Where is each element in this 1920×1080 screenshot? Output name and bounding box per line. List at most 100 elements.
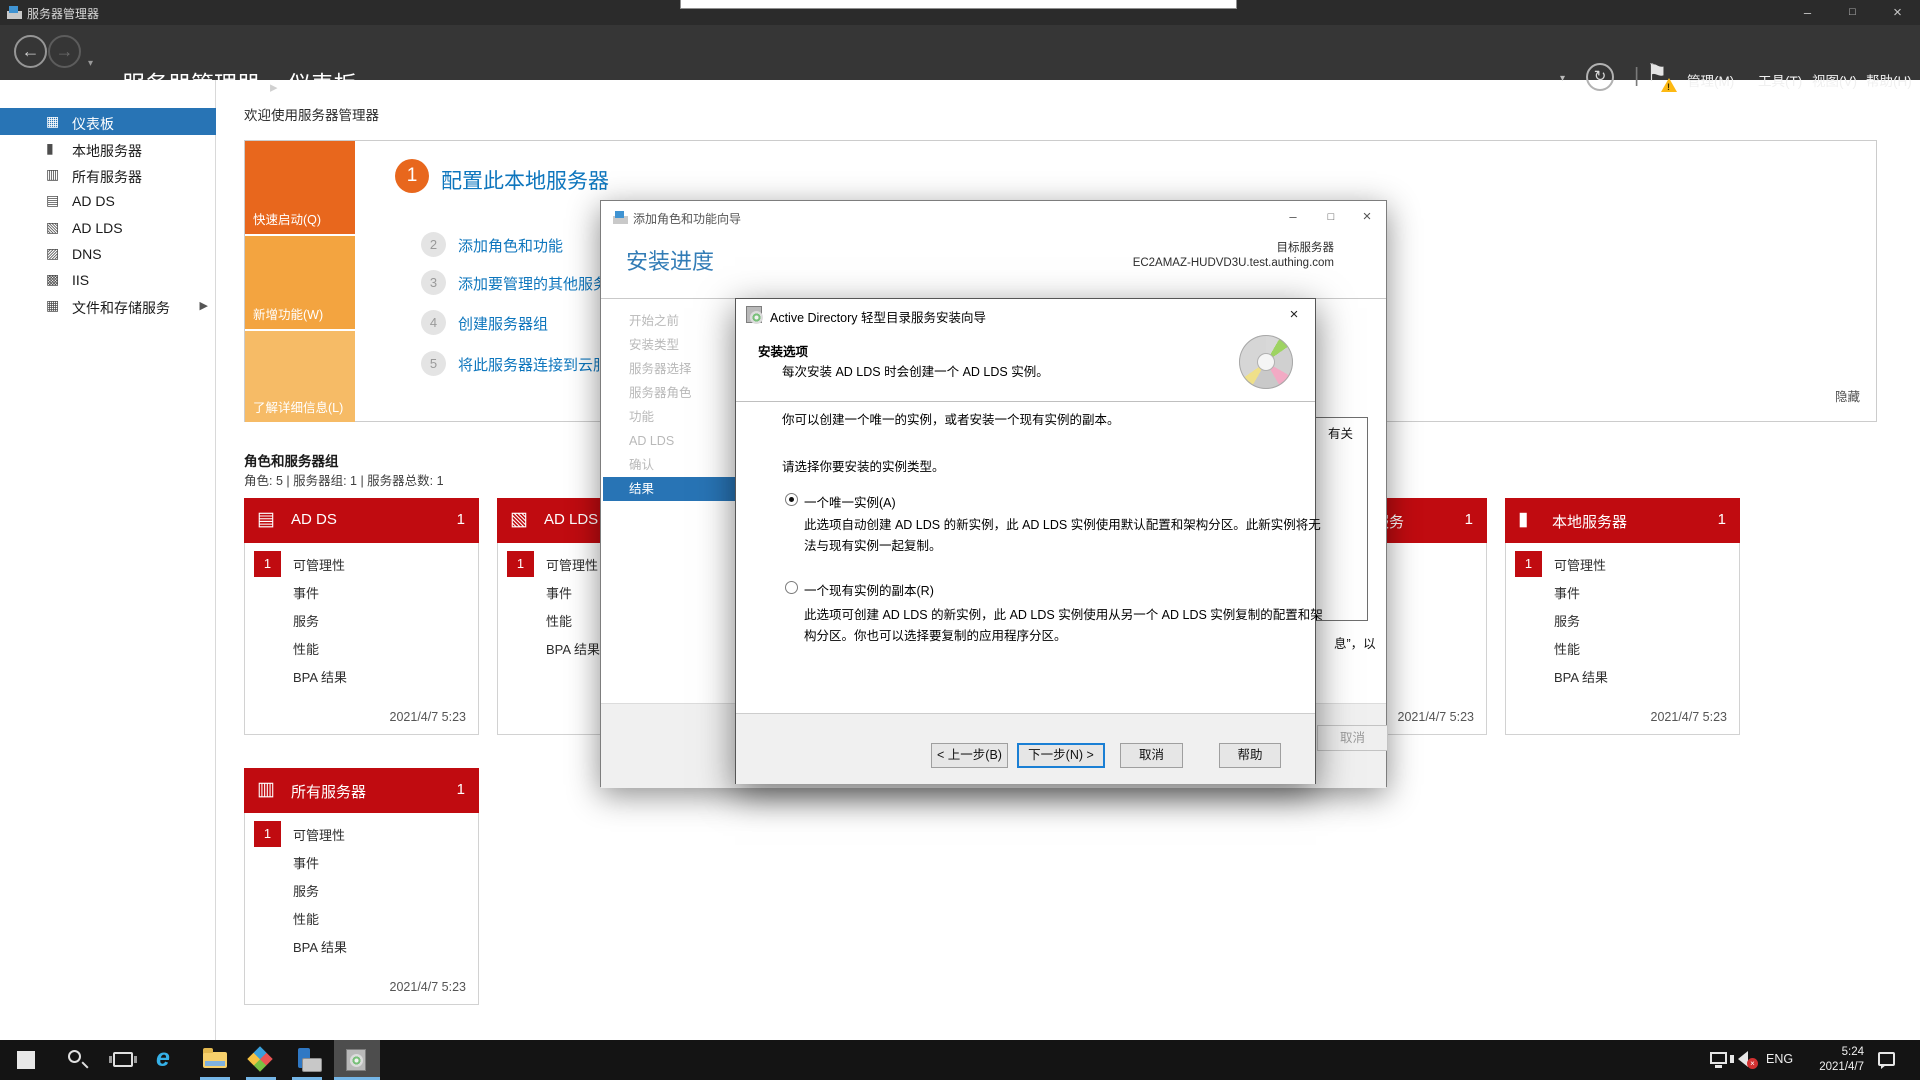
whats-new-block[interactable]: 新增功能(W): [245, 236, 355, 329]
back-button[interactable]: < 上一步(B): [931, 743, 1008, 768]
server-manager-icon: [613, 211, 628, 224]
clock[interactable]: 5:24 2021/4/7: [1798, 1045, 1864, 1075]
start-button[interactable]: [4, 1040, 50, 1080]
expand-arrow-icon[interactable]: ▶: [200, 299, 208, 312]
sidebar-item-ad-ds[interactable]: ▤ AD DS: [0, 187, 216, 214]
network-tray-icon[interactable]: [1710, 1052, 1727, 1068]
dialog-heading: 安装选项: [758, 345, 809, 359]
taskbar-server-manager[interactable]: [284, 1040, 330, 1080]
sidebar-item-iis[interactable]: ▩ IIS: [0, 266, 216, 293]
taskbar-setup-wizard-active[interactable]: [334, 1040, 380, 1080]
tile-row[interactable]: 服务: [245, 877, 478, 905]
ad-lds-icon: ▧: [510, 509, 528, 530]
menu-view[interactable]: 视图(V): [1812, 70, 1857, 90]
screen: 服务器管理器 – □ × ← → ▾ 服务器管理器▸仪表板 ▾ ↻ | ⚑ ! …: [0, 0, 1920, 1080]
search-button[interactable]: [54, 1040, 100, 1080]
status-badge: 1: [254, 551, 281, 577]
dialog-titlebar: Active Directory 轻型目录服务安装向导 ×: [736, 299, 1315, 331]
hide-link[interactable]: 隐藏: [1835, 386, 1860, 405]
step-2-link[interactable]: 添加角色和功能: [458, 235, 563, 256]
menu-tools[interactable]: 工具(T): [1758, 70, 1802, 90]
sidebar-item-dashboard[interactable]: ▦ 仪表板: [0, 108, 216, 135]
tile-row[interactable]: 1可管理性: [245, 551, 478, 579]
tile-row[interactable]: 1可管理性: [245, 821, 478, 849]
tile-row[interactable]: 性能: [245, 635, 478, 663]
tile-row[interactable]: BPA 结果: [1506, 663, 1739, 691]
app-header: ← → ▾ 服务器管理器▸仪表板 ▾ ↻ | ⚑ ! 管理(M) 工具(T) 视…: [0, 25, 1920, 97]
tile-row[interactable]: BPA 结果: [245, 933, 478, 961]
task-view-icon: [109, 1052, 137, 1067]
tile-count: 1: [456, 781, 465, 798]
action-center-icon[interactable]: [1878, 1052, 1895, 1069]
radio-unique-instance[interactable]: [785, 493, 798, 506]
learn-more-block[interactable]: 了解详细信息(L): [245, 331, 355, 422]
tile-row[interactable]: 事件: [1506, 579, 1739, 607]
clock-date: 2021/4/7: [1819, 1061, 1864, 1073]
warning-triangle-icon[interactable]: !: [1661, 78, 1677, 92]
tile-row[interactable]: 服务: [245, 607, 478, 635]
maximize-button[interactable]: □: [1830, 0, 1875, 25]
menu-manage[interactable]: 管理(M): [1687, 70, 1734, 90]
taskbar-app-diamond[interactable]: [238, 1040, 284, 1080]
cd-disc-icon: [1239, 335, 1293, 389]
tile-ad-ds-header[interactable]: ▤ AD DS 1: [244, 498, 479, 543]
language-indicator[interactable]: ENG: [1766, 1052, 1793, 1066]
radio-unique-instance-label[interactable]: 一个唯一实例(A): [804, 492, 896, 511]
sidebar-item-file-storage[interactable]: ▦ 文件和存储服务 ▶: [0, 292, 216, 319]
step-1-link[interactable]: 配置此本地服务器: [441, 165, 609, 195]
cancel-button[interactable]: 取消: [1120, 743, 1183, 768]
sidebar-item-local-server[interactable]: ▮ 本地服务器: [0, 135, 216, 162]
wizard-step-features: 功能: [629, 410, 655, 424]
tile-count: 1: [1464, 511, 1473, 528]
header-divider: |: [1634, 65, 1640, 87]
tile-ad-ds: ▤ AD DS 1 1 可管理性 事件 服务 性能 BPA 结果 2021/4/7…: [244, 498, 479, 735]
refresh-button[interactable]: ↻: [1586, 63, 1614, 91]
wizard-maximize-button[interactable]: □: [1314, 205, 1348, 229]
next-button[interactable]: 下一步(N) >: [1017, 743, 1105, 768]
close-button[interactable]: ×: [1875, 0, 1920, 25]
sidebar-item-dns[interactable]: ▨ DNS: [0, 240, 216, 267]
step-2-circle: 2: [421, 232, 446, 257]
step-3-link[interactable]: 添加要管理的其他服务器: [458, 273, 623, 294]
menu-help[interactable]: 帮助(H): [1866, 70, 1912, 90]
tile-row[interactable]: 性能: [1506, 635, 1739, 663]
diamond-app-icon: [247, 1046, 273, 1072]
welcome-title: 欢迎使用服务器管理器: [244, 108, 379, 123]
nav-caret-icon[interactable]: ▾: [88, 58, 93, 69]
wizard-minimize-button[interactable]: –: [1276, 205, 1310, 229]
minimize-button[interactable]: –: [1785, 0, 1830, 25]
wizard-close-button[interactable]: ×: [1350, 205, 1384, 229]
wizard-step-before-you-begin: 开始之前: [629, 314, 680, 328]
tile-row[interactable]: 事件: [245, 849, 478, 877]
help-button[interactable]: 帮助: [1219, 743, 1281, 768]
radio-replica-instance[interactable]: [785, 581, 798, 594]
tile-local-server-header[interactable]: ▮ 本地服务器 1: [1505, 498, 1740, 543]
quickstart-block[interactable]: 快速启动(Q): [245, 141, 355, 234]
radio-unique-instance-desc: 此选项自动创建 AD LDS 的新实例，此 AD LDS 实例使用默认配置和架构…: [804, 518, 1321, 553]
wizard-step-server-selection: 服务器选择: [629, 362, 692, 376]
taskbar-file-explorer[interactable]: [192, 1040, 238, 1080]
forward-button[interactable]: →: [48, 35, 81, 68]
task-view-button[interactable]: [100, 1040, 146, 1080]
roles-section-title: 角色和服务器组: [244, 454, 339, 469]
tile-row[interactable]: 性能: [245, 905, 478, 933]
dialog-close-button[interactable]: ×: [1277, 303, 1311, 327]
wizard-text-fragment: 息”，以: [1334, 637, 1376, 651]
step-4-link[interactable]: 创建服务器组: [458, 313, 548, 334]
tile-row[interactable]: BPA 结果: [245, 663, 478, 691]
local-server-icon: ▮: [1518, 509, 1529, 530]
step-5-link[interactable]: 将此服务器连接到云服务: [458, 354, 623, 375]
tile-row[interactable]: 事件: [245, 579, 478, 607]
sidebar-item-all-servers[interactable]: ▥ 所有服务器: [0, 161, 216, 188]
radio-replica-instance-label[interactable]: 一个现有实例的副本(R): [804, 580, 934, 599]
tile-count: 1: [1717, 511, 1726, 528]
tile-row[interactable]: 服务: [1506, 607, 1739, 635]
notifications-caret-icon[interactable]: ▾: [1560, 73, 1565, 84]
wizard-step-results[interactable]: 结果: [603, 477, 746, 501]
tile-row[interactable]: 1可管理性: [1506, 551, 1739, 579]
tile-all-servers-header[interactable]: ▥ 所有服务器 1: [244, 768, 479, 813]
setup-wizard-icon: [746, 306, 763, 324]
sidebar-item-ad-lds[interactable]: ▧ AD LDS: [0, 214, 216, 241]
taskbar-ie[interactable]: e: [146, 1040, 192, 1080]
back-button[interactable]: ←: [14, 35, 47, 68]
